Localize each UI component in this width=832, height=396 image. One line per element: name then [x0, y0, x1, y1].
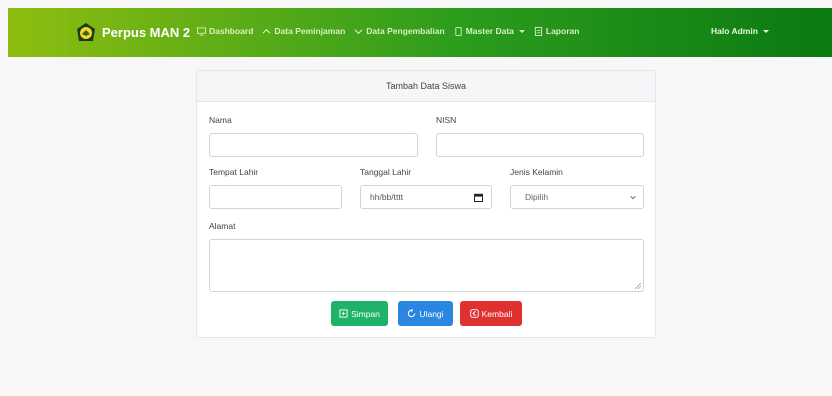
chevron-down-icon	[518, 29, 525, 33]
chevron-down-icon	[762, 29, 769, 33]
form-title: Tambah Data Siswa	[197, 71, 655, 102]
alamat-textarea[interactable]	[209, 239, 644, 292]
jenis-kelamin-label: Jenis Kelamin	[510, 167, 563, 177]
save-label: Simpan	[351, 308, 380, 319]
calendar-icon[interactable]	[474, 193, 483, 202]
chevron-down-icon	[630, 195, 636, 200]
monitor-icon	[197, 26, 206, 36]
up-arrow-icon	[262, 28, 271, 34]
nisn-label: NISN	[436, 115, 457, 125]
document-icon	[455, 26, 462, 36]
user-greeting: Halo Admin	[711, 26, 758, 36]
back-label: Kembali	[481, 308, 513, 319]
refresh-icon	[408, 309, 416, 318]
save-button[interactable]: Simpan	[331, 301, 388, 326]
back-button[interactable]: Kembali	[460, 301, 522, 326]
reset-label: Ulangi	[419, 308, 444, 319]
resize-handle-icon[interactable]	[635, 283, 641, 289]
select-value: Dipilih	[525, 192, 549, 202]
tempat-lahir-label: Tempat Lahir	[209, 167, 259, 177]
save-icon	[339, 309, 348, 318]
brand-link[interactable]: Perpus MAN 2	[76, 22, 190, 42]
tanggal-lahir-input[interactable]: hh/bb/tttt	[360, 185, 492, 209]
nav-item-label: Data Pengembalian	[366, 26, 445, 36]
nama-label: Nama	[209, 115, 232, 125]
nav-menu: Dashboard Data Peminjaman Data Pengembal…	[197, 26, 588, 36]
brand-name: Perpus MAN 2	[102, 24, 191, 40]
nisn-input[interactable]	[436, 133, 644, 157]
report-icon	[534, 26, 542, 36]
nama-input[interactable]	[209, 133, 418, 157]
nav-item-data-peminjaman[interactable]: Data Peminjaman	[262, 26, 345, 36]
navbar: Perpus MAN 2 Dashboard Data Peminjaman D…	[8, 8, 832, 57]
nav-item-label: Dashboard	[209, 26, 254, 36]
tanggal-lahir-label: Tanggal Lahir	[360, 167, 412, 177]
reset-button[interactable]: Ulangi	[398, 301, 453, 326]
library-logo-icon	[77, 23, 95, 41]
jenis-kelamin-select[interactable]: Dipilih	[510, 185, 644, 209]
tempat-lahir-input[interactable]	[209, 185, 342, 209]
nav-item-laporan[interactable]: Laporan	[534, 26, 580, 36]
nav-item-label: Master Data	[465, 26, 514, 36]
nav-item-master-data[interactable]: Master Data	[454, 26, 525, 36]
down-arrow-icon	[354, 28, 363, 34]
nav-item-dashboard[interactable]: Dashboard	[197, 26, 253, 36]
nav-item-label: Data Peminjaman	[274, 26, 346, 36]
alamat-label: Alamat	[209, 221, 236, 231]
nav-item-data-pengembalian[interactable]: Data Pengembalian	[354, 26, 445, 36]
user-menu[interactable]: Halo Admin	[711, 26, 769, 36]
date-placeholder: hh/bb/tttt	[370, 192, 404, 202]
nav-item-label: Laporan	[545, 26, 580, 36]
back-icon	[469, 309, 479, 318]
